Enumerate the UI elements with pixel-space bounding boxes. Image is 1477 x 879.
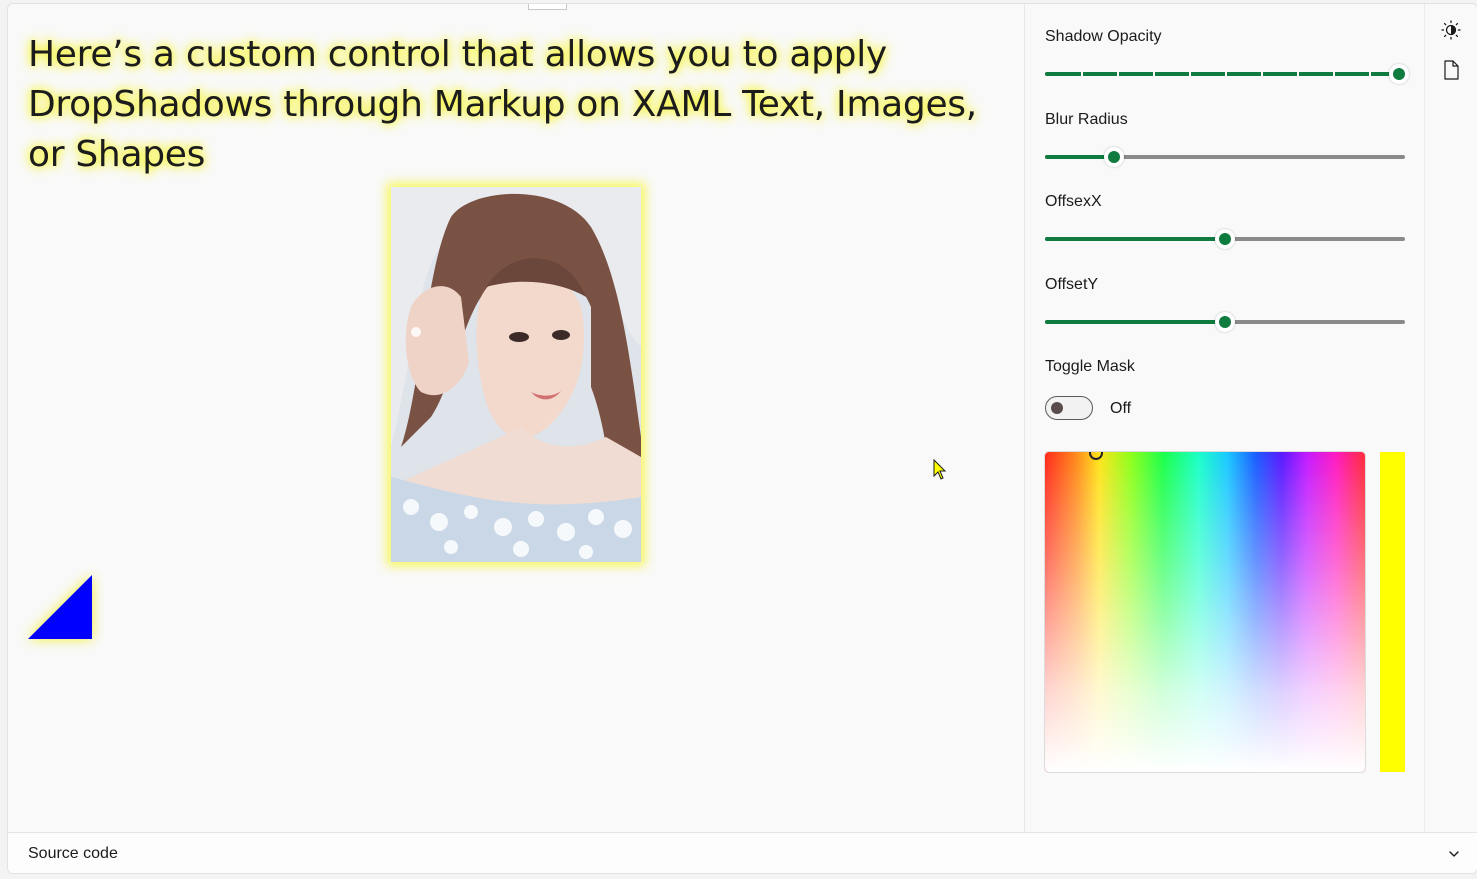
- triangle-fill: [28, 575, 92, 639]
- color-spectrum[interactable]: [1045, 452, 1365, 772]
- shadow-image: [391, 187, 641, 562]
- blur-radius-label: Blur Radius: [1045, 111, 1128, 128]
- toggle-mask-state: Off: [1110, 400, 1132, 417]
- theme-toggle-button[interactable]: [1439, 18, 1463, 42]
- slider-tick: [1333, 71, 1335, 77]
- slider-tick: [1261, 71, 1263, 77]
- slider-tick: [1081, 71, 1083, 77]
- slider-thumb[interactable]: [1215, 229, 1235, 249]
- source-code-label: Source code: [28, 845, 118, 862]
- chevron-down-icon[interactable]: [1447, 847, 1461, 861]
- portrait-image: [391, 187, 641, 562]
- shadow-triangle-shape: [28, 575, 92, 639]
- offset-y-slider[interactable]: [1045, 312, 1405, 332]
- demo-area: Here’s a custom control that allows you …: [8, 4, 1024, 832]
- shadow-text-headline: Here’s a custom control that allows you …: [28, 34, 977, 175]
- blur-radius-slider[interactable]: [1045, 147, 1405, 167]
- offset-x-slider[interactable]: [1045, 229, 1405, 249]
- slider-tick: [1225, 71, 1227, 77]
- slider-thumb[interactable]: [1389, 64, 1409, 84]
- slider-ticks: [1045, 71, 1405, 77]
- view-source-button[interactable]: [1439, 58, 1463, 82]
- slider-tick: [1153, 71, 1155, 77]
- offset-x-label: OffsexX: [1045, 193, 1102, 210]
- slider-thumb[interactable]: [1215, 312, 1235, 332]
- toggle-knob: [1051, 402, 1063, 414]
- spectrum-saturation: [1045, 452, 1365, 772]
- slider-tick: [1297, 71, 1299, 77]
- sample-page: Here’s a custom control that allows you …: [7, 3, 1477, 874]
- offset-y-label: OffsetY: [1045, 276, 1099, 293]
- slider-tick: [1189, 71, 1191, 77]
- page-actions-rail: [1424, 4, 1477, 832]
- source-code-expander[interactable]: Source code: [8, 832, 1477, 873]
- slider-fill: [1045, 320, 1225, 324]
- theme-toggle-icon: [1441, 20, 1461, 40]
- options-panel: Shadow Opacity Blur Radius OffsexX Offse…: [1024, 4, 1425, 832]
- shadow-opacity-label: Shadow Opacity: [1045, 28, 1162, 45]
- slider-thumb[interactable]: [1104, 147, 1124, 167]
- slider-tick: [1369, 71, 1371, 77]
- mouse-cursor-icon: [933, 459, 947, 480]
- toggle-mask-label: Toggle Mask: [1045, 358, 1135, 375]
- document-icon: [1444, 60, 1459, 80]
- toggle-mask-switch[interactable]: [1045, 396, 1093, 420]
- slider-tick: [1117, 71, 1119, 77]
- shadow-opacity-slider[interactable]: [1045, 64, 1409, 84]
- selected-color-preview: [1380, 452, 1405, 772]
- slider-fill: [1045, 237, 1225, 241]
